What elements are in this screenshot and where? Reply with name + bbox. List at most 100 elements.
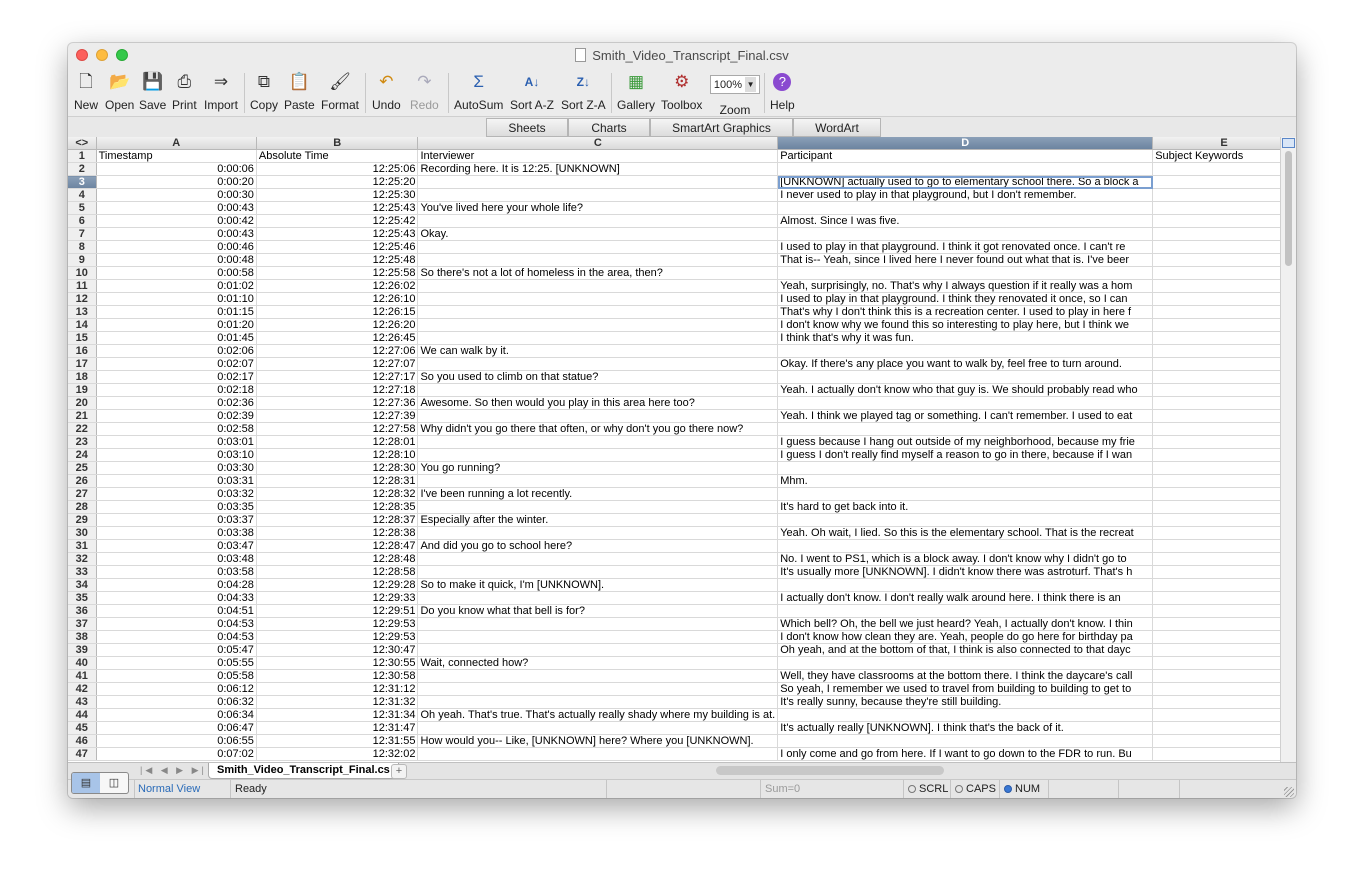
- sheet-navigation-arrows-icon[interactable]: |◀ ◀ ▶ ▶|: [140, 765, 207, 776]
- cell-interviewer[interactable]: [417, 617, 779, 631]
- cell-timestamp[interactable]: 0:01:10: [96, 292, 257, 306]
- cell-timestamp[interactable]: 0:02:17: [96, 370, 257, 384]
- cell-absolute-time[interactable]: 12:28:47: [256, 539, 419, 553]
- cell-timestamp[interactable]: 0:02:39: [96, 409, 257, 423]
- cell-subject-keywords[interactable]: [1152, 591, 1296, 605]
- zoom-select[interactable]: 100% ▼: [710, 75, 760, 94]
- cell-subject-keywords[interactable]: [1152, 708, 1296, 722]
- cell-absolute-time[interactable]: 12:28:32: [256, 487, 419, 501]
- cell-absolute-time[interactable]: 12:31:32: [256, 695, 419, 709]
- save-button[interactable]: 💾 Save: [139, 71, 166, 112]
- cell-subject-keywords[interactable]: [1152, 747, 1296, 761]
- cell-subject-keywords[interactable]: Subject Keywords: [1152, 149, 1296, 163]
- resize-grip-icon[interactable]: [1284, 787, 1294, 797]
- cell-participant[interactable]: Yeah. I actually don't know who that guy…: [777, 383, 1154, 397]
- cell-timestamp[interactable]: 0:06:34: [96, 708, 257, 722]
- cell-absolute-time[interactable]: 12:25:20: [256, 175, 419, 189]
- cell-timestamp[interactable]: 0:02:07: [96, 357, 257, 371]
- row-header[interactable]: 16: [68, 344, 97, 358]
- cell-timestamp[interactable]: 0:00:43: [96, 227, 257, 241]
- cell-absolute-time[interactable]: 12:31:12: [256, 682, 419, 696]
- row-header[interactable]: 40: [68, 656, 97, 670]
- cell-absolute-time[interactable]: 12:29:33: [256, 591, 419, 605]
- cell-participant[interactable]: [777, 539, 1154, 553]
- cell-subject-keywords[interactable]: [1152, 396, 1296, 410]
- cell-subject-keywords[interactable]: [1152, 240, 1296, 254]
- cell-interviewer[interactable]: [417, 747, 779, 761]
- cell-interviewer[interactable]: Recording here. It is 12:25. [UNKNOWN]: [417, 162, 779, 176]
- cell-interviewer[interactable]: [417, 448, 779, 462]
- cell-subject-keywords[interactable]: [1152, 630, 1296, 644]
- cell-interviewer[interactable]: [417, 318, 779, 332]
- import-button[interactable]: ⇒ Import: [204, 71, 238, 112]
- row-header[interactable]: 26: [68, 474, 97, 488]
- row-header[interactable]: 21: [68, 409, 97, 423]
- cell-participant[interactable]: Okay. If there's any place you want to w…: [777, 357, 1154, 371]
- cell-absolute-time[interactable]: 12:28:10: [256, 448, 419, 462]
- cell-participant[interactable]: [777, 396, 1154, 410]
- ribbon-tab-smartart[interactable]: SmartArt Graphics: [650, 118, 793, 137]
- cell-subject-keywords[interactable]: [1152, 682, 1296, 696]
- cell-timestamp[interactable]: 0:00:30: [96, 188, 257, 202]
- row-header[interactable]: 5: [68, 201, 97, 215]
- cell-interviewer[interactable]: [417, 409, 779, 423]
- row-header[interactable]: 17: [68, 357, 97, 371]
- cell-interviewer[interactable]: [417, 630, 779, 644]
- cell-absolute-time[interactable]: 12:28:31: [256, 474, 419, 488]
- cell-participant[interactable]: [777, 734, 1154, 748]
- row-header[interactable]: 36: [68, 604, 97, 618]
- help-button[interactable]: ? Help: [770, 71, 795, 112]
- cell-interviewer[interactable]: We can walk by it.: [417, 344, 779, 358]
- cell-subject-keywords[interactable]: [1152, 474, 1296, 488]
- cell-interviewer[interactable]: [417, 214, 779, 228]
- column-header-b[interactable]: B: [256, 137, 419, 150]
- cell-participant[interactable]: [777, 266, 1154, 280]
- split-box-icon[interactable]: [1282, 138, 1295, 148]
- cell-interviewer[interactable]: [417, 500, 779, 514]
- cell-subject-keywords[interactable]: [1152, 175, 1296, 189]
- cell-timestamp[interactable]: 0:04:33: [96, 591, 257, 605]
- cell-participant[interactable]: I guess I don't really find myself a rea…: [777, 448, 1154, 462]
- cell-participant[interactable]: [777, 344, 1154, 358]
- redo-button[interactable]: ↷ Redo: [410, 71, 439, 112]
- select-all-corner[interactable]: <>: [68, 137, 97, 150]
- cell-absolute-time[interactable]: Absolute Time: [256, 149, 419, 163]
- cell-subject-keywords[interactable]: [1152, 266, 1296, 280]
- cell-subject-keywords[interactable]: [1152, 435, 1296, 449]
- cell-subject-keywords[interactable]: [1152, 292, 1296, 306]
- cell-participant[interactable]: I used to play in that playground. I thi…: [777, 292, 1154, 306]
- cell-timestamp[interactable]: 0:01:20: [96, 318, 257, 332]
- cell-participant[interactable]: [777, 422, 1154, 436]
- cell-timestamp[interactable]: 0:06:55: [96, 734, 257, 748]
- cell-subject-keywords[interactable]: [1152, 162, 1296, 176]
- cell-timestamp[interactable]: 0:00:48: [96, 253, 257, 267]
- cell-interviewer[interactable]: So you used to climb on that statue?: [417, 370, 779, 384]
- cell-timestamp[interactable]: 0:06:32: [96, 695, 257, 709]
- row-header[interactable]: 7: [68, 227, 97, 241]
- format-button[interactable]: 🖌 Format: [321, 71, 359, 112]
- cell-participant[interactable]: I don't know why we found this so intere…: [777, 318, 1154, 332]
- undo-button[interactable]: ↶ Undo: [372, 71, 401, 112]
- cell-absolute-time[interactable]: 12:31:47: [256, 721, 419, 735]
- cell-subject-keywords[interactable]: [1152, 695, 1296, 709]
- row-header[interactable]: 4: [68, 188, 97, 202]
- cell-subject-keywords[interactable]: [1152, 578, 1296, 592]
- row-header[interactable]: 41: [68, 669, 97, 683]
- cell-timestamp[interactable]: 0:01:15: [96, 305, 257, 319]
- cell-participant[interactable]: Well, they have classrooms at the bottom…: [777, 669, 1154, 683]
- new-button[interactable]: 🗋 New: [74, 71, 98, 112]
- cell-absolute-time[interactable]: 12:30:55: [256, 656, 419, 670]
- cell-interviewer[interactable]: Especially after the winter.: [417, 513, 779, 527]
- cell-timestamp[interactable]: 0:02:18: [96, 383, 257, 397]
- cell-absolute-time[interactable]: 12:28:58: [256, 565, 419, 579]
- cell-interviewer[interactable]: [417, 175, 779, 189]
- cell-participant[interactable]: Yeah. I think we played tag or something…: [777, 409, 1154, 423]
- cell-participant[interactable]: It's really sunny, because they're still…: [777, 695, 1154, 709]
- spreadsheet-grid[interactable]: <> A B C D E 1 Timestamp Absolute Time Inte…: [68, 137, 1296, 762]
- cell-absolute-time[interactable]: 12:26:15: [256, 305, 419, 319]
- row-header[interactable]: 11: [68, 279, 97, 293]
- cell-interviewer[interactable]: [417, 435, 779, 449]
- row-header[interactable]: 20: [68, 396, 97, 410]
- cell-timestamp[interactable]: Timestamp: [96, 149, 257, 163]
- cell-absolute-time[interactable]: 12:27:17: [256, 370, 419, 384]
